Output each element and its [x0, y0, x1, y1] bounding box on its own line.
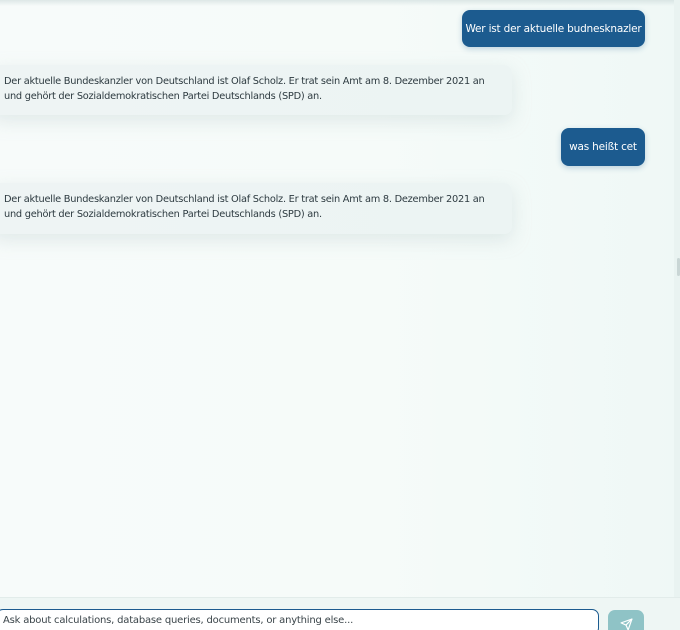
chat-message-list: Wer ist der aktuelle budnesknazler Der a… [0, 0, 660, 597]
chat-input[interactable] [0, 609, 599, 630]
assistant-message: Der aktuelle Bundeskanzler von Deutschla… [0, 183, 512, 234]
assistant-message: Der aktuelle Bundeskanzler von Deutschla… [0, 65, 512, 115]
user-message: was heißt cet [561, 128, 645, 166]
user-message: Wer ist der aktuelle budnesknazler [462, 10, 645, 47]
scrollbar-track[interactable] [674, 0, 680, 597]
send-button[interactable] [608, 610, 644, 630]
send-icon [619, 618, 633, 630]
